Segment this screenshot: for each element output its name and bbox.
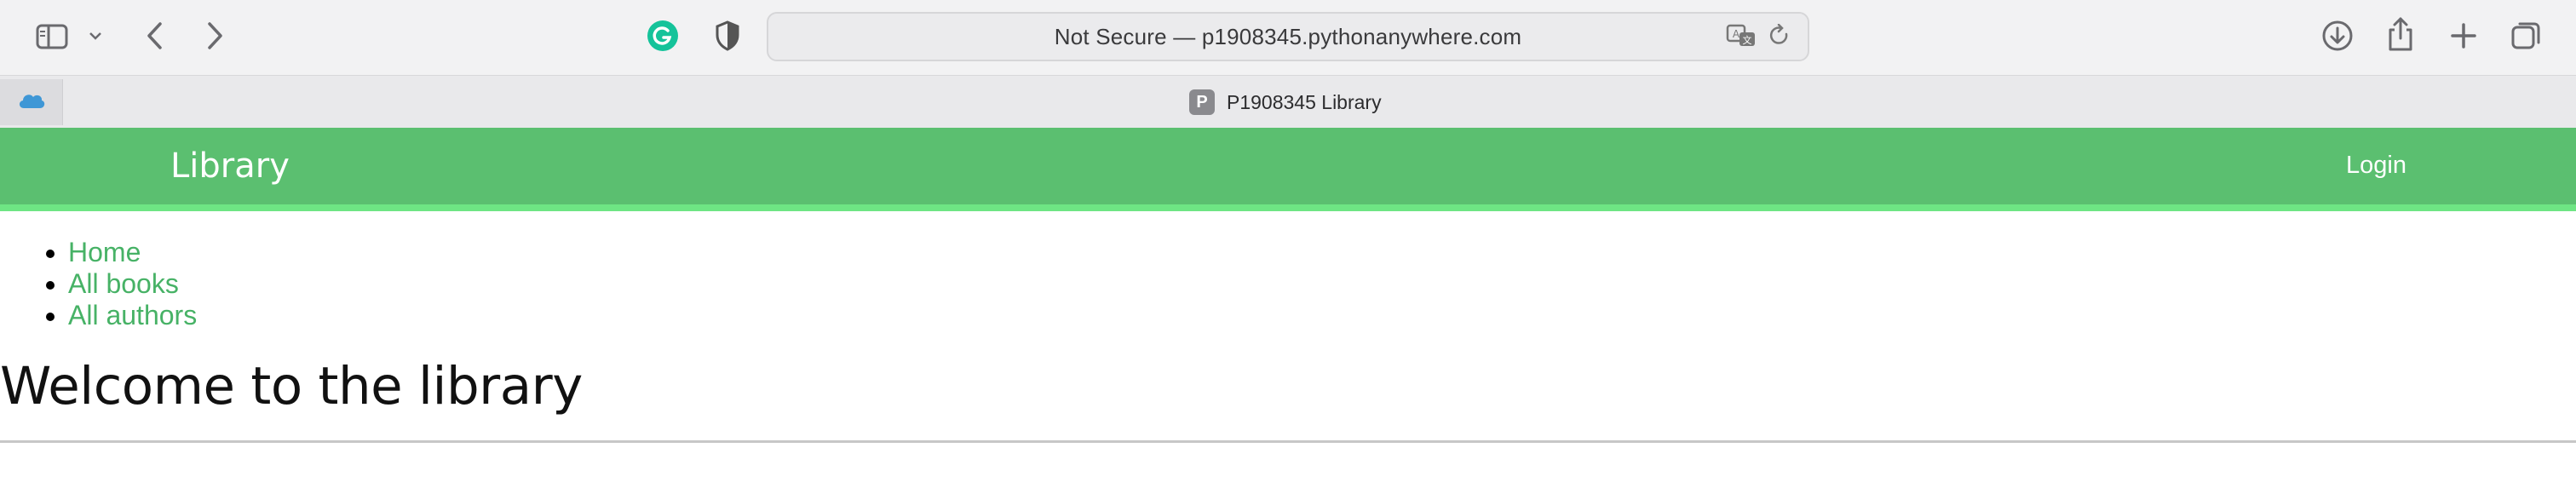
tab-title: P1908345 Library [1227,90,1382,113]
tab-overview-icon[interactable] [2508,17,2545,55]
forward-arrow-icon[interactable] [199,17,230,55]
pinned-tab[interactable] [0,79,63,125]
divider [0,440,2576,443]
reload-icon[interactable] [1768,23,1791,52]
page-title: Welcome to the library [0,356,583,416]
tab-active[interactable]: P P1908345 Library [1189,76,1382,129]
navbar-accent-stripe [0,204,2576,211]
list-item: All books [68,268,197,300]
tab-favicon: P [1189,89,1215,115]
grammarly-icon[interactable] [646,19,680,53]
download-icon[interactable] [2319,17,2356,55]
cloud-icon [16,90,47,115]
plus-icon[interactable] [2445,17,2482,55]
address-bar[interactable]: Not Secure — p1908345.pythonanywhere.com… [767,12,1809,61]
chevron-down-icon[interactable] [85,26,106,46]
site-brand[interactable]: Library [170,146,290,186]
shield-icon[interactable] [710,19,745,53]
share-icon[interactable] [2382,14,2419,55]
nav-list: Home All books All authors [68,237,197,331]
all-authors-link[interactable]: All authors [68,300,197,330]
list-item: All authors [68,300,197,331]
browser-toolbar: Not Secure — p1908345.pythonanywhere.com… [0,0,2576,75]
sidebar-icon[interactable] [34,19,70,55]
svg-text:文: 文 [1743,34,1752,46]
list-item: Home [68,237,197,268]
address-text: Not Secure — p1908345.pythonanywhere.com [1054,23,1522,49]
all-books-link[interactable]: All books [68,268,179,299]
login-link[interactable]: Login [2346,152,2406,180]
translate-icon[interactable]: A文 [1726,24,1757,52]
back-arrow-icon[interactable] [140,17,170,55]
svg-text:A: A [1733,28,1740,40]
tab-strip: P P1908345 Library [0,75,2576,128]
home-link[interactable]: Home [68,237,141,267]
site-navbar [0,128,2576,204]
